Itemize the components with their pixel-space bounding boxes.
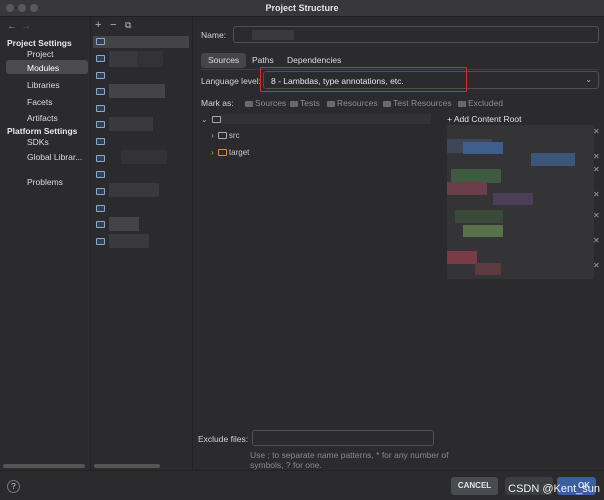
window-title: Project Structure (265, 3, 339, 13)
redacted-entry (451, 169, 501, 183)
name-label: Name: (201, 30, 227, 40)
close-icon[interactable]: ✕ (593, 165, 600, 174)
sidebar-item-facets[interactable]: Facets (27, 97, 53, 107)
redacted-entry (463, 142, 503, 154)
exclude-files-label: Exclude files: (198, 434, 249, 444)
redacted-entry (447, 182, 487, 195)
cancel-button[interactable]: CANCEL (451, 477, 498, 495)
copy-module-button[interactable]: ⧉ (125, 20, 131, 31)
redacted-name (252, 30, 294, 40)
sidebar-scrollbar[interactable] (3, 464, 85, 468)
redacted-path (221, 114, 431, 124)
module-details: Name: Sources Paths Dependencies Languag… (192, 17, 604, 470)
module-icon (96, 188, 105, 195)
language-level-label: Language level: (201, 76, 262, 86)
module-icon (96, 205, 105, 212)
redacted-module-name (109, 84, 165, 98)
sidebar-item-modules[interactable]: Modules (27, 63, 59, 73)
content-root-row[interactable]: ⌄ (201, 115, 221, 124)
selected-module-row[interactable] (93, 36, 189, 48)
module-icon (96, 105, 105, 112)
redacted-module-name (109, 217, 139, 231)
sidebar-item-problems[interactable]: Problems (27, 177, 63, 187)
module-name-field[interactable] (233, 26, 599, 43)
folder-icon (217, 132, 227, 139)
mark-as-sources-button[interactable]: Sources (245, 98, 286, 108)
close-icon[interactable]: ✕ (593, 190, 600, 199)
project-settings-header: Project Settings (7, 38, 72, 48)
module-icon (96, 155, 105, 162)
chevron-down-icon: ⌄ (201, 115, 208, 124)
close-icon[interactable]: ✕ (593, 152, 600, 161)
back-arrow-icon[interactable]: ← (7, 21, 17, 32)
sidebar-item-sdks[interactable]: SDKs (27, 137, 49, 147)
settings-sidebar: ← → Project Settings Project Modules Lib… (0, 17, 90, 470)
tree-item-target[interactable]: › target (211, 148, 249, 157)
module-icon (96, 55, 105, 62)
highlight-annotation (260, 67, 467, 92)
redacted-entry (493, 193, 533, 205)
mark-as-excluded-button[interactable]: Excluded (458, 98, 503, 108)
module-icon (96, 238, 105, 245)
close-icon[interactable]: ✕ (593, 127, 600, 136)
title-bar: Project Structure (0, 0, 604, 17)
redacted-module-name (137, 51, 163, 67)
tab-sources[interactable]: Sources (201, 53, 247, 68)
redacted-entry (447, 251, 477, 264)
module-icon (96, 121, 105, 128)
exclude-files-hint: Use ; to separate name patterns, * for a… (250, 450, 449, 470)
module-icon (96, 221, 105, 228)
add-module-button[interactable]: + (95, 19, 101, 31)
remove-module-button[interactable]: − (110, 19, 116, 31)
mark-as-label: Mark as: (201, 98, 234, 108)
folder-icon (217, 149, 227, 156)
sidebar-item-global-libraries[interactable]: Global Librar... (27, 152, 82, 162)
sidebar-item-project[interactable]: Project (27, 49, 53, 59)
folder-icon (458, 101, 466, 107)
help-button[interactable]: ? (7, 480, 20, 493)
redacted-module-name (109, 234, 149, 248)
module-list: + − ⧉ (90, 17, 191, 470)
watermark: CSDN @Kent_sun (508, 483, 600, 495)
redacted-module-name (109, 117, 153, 131)
module-icon (96, 171, 105, 178)
redacted-entry (455, 210, 503, 223)
exclude-files-input[interactable] (252, 430, 434, 446)
redacted-entry (463, 225, 503, 237)
chevron-right-icon: › (211, 131, 214, 140)
module-icon (96, 138, 105, 145)
module-icon (96, 72, 105, 79)
tab-dependencies[interactable]: Dependencies (280, 53, 348, 68)
module-icon (96, 38, 105, 45)
platform-settings-header: Platform Settings (7, 126, 78, 136)
folder-icon (327, 101, 335, 107)
folder-icon (290, 101, 298, 107)
add-content-root-button[interactable]: + Add Content Root (447, 114, 521, 124)
mark-as-resources-button[interactable]: Resources (327, 98, 378, 108)
module-icon (96, 88, 105, 95)
tab-paths[interactable]: Paths (245, 53, 281, 68)
forward-arrow-icon[interactable]: → (21, 21, 31, 32)
chevron-right-icon: › (211, 148, 214, 157)
mark-as-tests-button[interactable]: Tests (290, 98, 320, 108)
redacted-entry (531, 153, 575, 166)
plus-icon: + (447, 114, 454, 124)
redacted-module-name (121, 150, 167, 164)
sidebar-item-libraries[interactable]: Libraries (27, 80, 60, 90)
tree-item-src[interactable]: › src (211, 131, 240, 140)
folder-icon (383, 101, 391, 107)
chevron-down-icon: ⌄ (585, 75, 592, 84)
module-list-scrollbar[interactable] (94, 464, 160, 468)
redacted-module-name (109, 183, 159, 197)
folder-icon (211, 116, 221, 123)
mark-as-test-resources-button[interactable]: Test Resources (383, 98, 452, 108)
close-icon[interactable]: ✕ (593, 236, 600, 245)
redacted-module-name (109, 51, 137, 67)
redacted-entry (475, 263, 501, 275)
close-icon[interactable]: ✕ (593, 211, 600, 220)
folder-icon (245, 101, 253, 107)
close-icon[interactable]: ✕ (593, 261, 600, 270)
sidebar-item-artifacts[interactable]: Artifacts (27, 113, 58, 123)
